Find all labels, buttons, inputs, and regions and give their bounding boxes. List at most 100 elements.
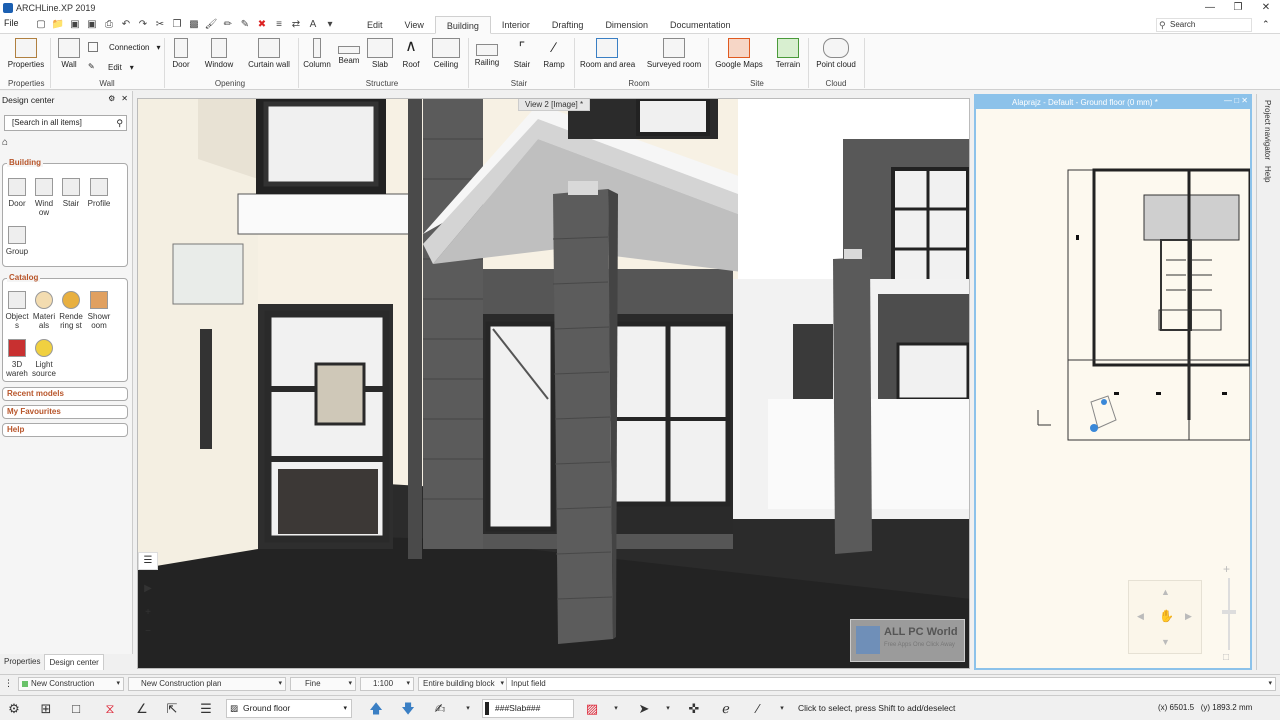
cursor-select-icon[interactable]: ⇱ — [162, 699, 182, 718]
scale-select[interactable]: 1:100 ▾ — [360, 677, 414, 691]
plan-view-title[interactable]: Alaprajz - Default - Ground floor (0 mm)… — [976, 96, 1250, 109]
tab-project-navigator[interactable]: Project navigator — [1263, 100, 1272, 160]
catalog-header[interactable]: Catalog — [7, 273, 41, 282]
surveyed-room-button[interactable]: Surveyed room — [646, 38, 702, 69]
curtain-wall-button[interactable]: Curtain wall — [246, 38, 292, 69]
wall-button[interactable]: Wall — [56, 38, 82, 69]
pan-right-icon[interactable]: ▶ — [1185, 611, 1192, 622]
zoom-in-icon[interactable]: + — [138, 605, 158, 623]
maximize-icon[interactable]: □ — [1234, 96, 1239, 105]
catalog-item-3d-warehouse[interactable]: 3D wareh — [3, 339, 31, 378]
beam-button[interactable]: Beam — [336, 38, 362, 65]
send-arrow-icon[interactable]: ➤ — [634, 699, 654, 718]
catalog-item-rendering-styles[interactable]: Rende ring st — [57, 291, 85, 330]
save-icon[interactable]: ▣ — [68, 18, 82, 31]
floor-plan-viewport[interactable]: Alaprajz - Default - Ground floor (0 mm)… — [974, 94, 1252, 670]
building-item-window[interactable]: Wind ow — [30, 178, 58, 217]
tab-view[interactable]: View — [394, 16, 435, 34]
pipette-icon[interactable]: ✏ — [221, 18, 235, 31]
building-block-select[interactable]: Entire building block ▾ — [418, 677, 508, 691]
save-as-icon[interactable]: ▣ — [85, 18, 99, 31]
room-and-area-button[interactable]: Room and area — [580, 38, 635, 69]
building-item-group[interactable]: Group — [3, 226, 31, 256]
minimize-icon[interactable]: — — [1196, 0, 1224, 16]
floor-up-icon[interactable]: 🡅 — [366, 699, 386, 718]
properties-button[interactable]: Properties — [6, 38, 46, 69]
cut-icon[interactable]: ✂ — [153, 18, 167, 31]
point-cloud-button[interactable]: Point cloud — [814, 38, 858, 69]
window-button[interactable]: Window — [202, 38, 236, 69]
delete-icon[interactable]: ✖ — [255, 18, 269, 31]
close-icon[interactable]: ✕ — [121, 94, 128, 103]
zoom-out-icon[interactable]: − — [138, 624, 158, 642]
my-favourites-bar[interactable]: My Favourites — [2, 405, 128, 419]
building-item-stair[interactable]: Stair — [57, 178, 85, 208]
maximize-icon[interactable]: ❐ — [1224, 0, 1252, 16]
move-icon[interactable]: ⇄ — [289, 18, 303, 31]
catalog-item-materials[interactable]: Materi als — [30, 291, 58, 330]
view-title-3d[interactable]: View 2 [Image] * — [518, 99, 591, 111]
paint-icon[interactable]: 🖌 — [204, 18, 218, 31]
catalog-item-objects[interactable]: Object s — [3, 291, 31, 330]
tab-properties[interactable]: Properties — [0, 654, 44, 670]
collapse-ribbon-icon[interactable]: ⌃ — [1262, 19, 1270, 30]
quality-select[interactable]: Fine ▾ — [290, 677, 356, 691]
select-frame-icon[interactable]: □ — [66, 699, 86, 718]
catalog-item-light-source[interactable]: Light source — [30, 339, 58, 378]
column-button[interactable]: Column — [302, 38, 332, 69]
home-icon[interactable]: ⌂ — [2, 137, 16, 149]
recent-models-bar[interactable]: Recent models — [2, 387, 128, 401]
ceiling-button[interactable]: Ceiling — [430, 38, 462, 69]
open-folder-icon[interactable]: 📁 — [51, 18, 65, 31]
pan-up-icon[interactable]: ▲ — [1161, 587, 1170, 597]
tab-edit[interactable]: Edit — [356, 16, 394, 34]
zoom-in-icon[interactable]: + — [1223, 562, 1230, 576]
connection-button[interactable]: Connection ▾ — [88, 42, 161, 52]
file-menu[interactable]: File — [4, 18, 19, 28]
edit-button[interactable]: ✎ Edit ▾ — [88, 62, 134, 72]
paste-icon[interactable]: ▩ — [187, 18, 201, 31]
building-header[interactable]: Building — [7, 158, 43, 167]
floor-select[interactable]: ▨ Ground floor ▾ — [226, 699, 352, 718]
close-icon[interactable]: ✕ — [1252, 0, 1280, 16]
slab-button[interactable]: Slab — [366, 38, 394, 69]
ramp-button[interactable]: ∕ Ramp — [540, 38, 568, 69]
minimize-icon[interactable]: — — [1224, 96, 1232, 105]
3d-viewport[interactable]: View 2 [Image] * — [137, 98, 970, 669]
railing-button[interactable]: Railing — [472, 38, 502, 67]
snap-point-icon[interactable]: ✜ — [684, 699, 704, 718]
hand-icon[interactable]: ✋ — [1159, 609, 1174, 623]
tab-dimension[interactable]: Dimension — [594, 16, 659, 34]
layer-list-icon[interactable]: ☰ — [196, 699, 216, 718]
building-item-door[interactable]: Door — [3, 178, 31, 208]
pin-icon[interactable]: ⚙ — [108, 94, 115, 103]
catalog-item-showroom[interactable]: Showr oom — [85, 291, 113, 330]
ruler-icon[interactable]: ℯ — [716, 699, 736, 718]
copy-icon[interactable]: ❐ — [170, 18, 184, 31]
eraser-tool-icon[interactable]: ▨ — [582, 699, 602, 718]
tab-interior[interactable]: Interior — [491, 16, 541, 34]
search-input[interactable]: ⚲ Search — [1156, 18, 1252, 32]
text-icon[interactable]: A — [306, 18, 320, 31]
play-icon[interactable]: ▶ — [138, 581, 158, 599]
pan-down-icon[interactable]: ▼ — [1161, 637, 1170, 647]
tab-help[interactable]: Help — [1263, 166, 1272, 182]
new-file-icon[interactable]: ▢ — [34, 18, 48, 31]
undo-icon[interactable]: ↶ — [119, 18, 133, 31]
qat-dropdown-icon[interactable]: ▾ — [323, 18, 337, 31]
zoom-slider[interactable]: + □ — [1222, 562, 1236, 668]
layers-icon[interactable]: ≡ — [272, 18, 286, 31]
door-button[interactable]: Door — [168, 38, 194, 69]
grid-icon[interactable]: ⊞ — [36, 699, 56, 718]
redo-icon[interactable]: ↷ — [136, 18, 150, 31]
floor-down-icon[interactable]: 🡇 — [398, 699, 418, 718]
google-maps-button[interactable]: Google Maps — [714, 38, 764, 69]
terrain-button[interactable]: Terrain — [772, 38, 804, 69]
chevron-down-icon[interactable]: ▾ — [658, 699, 678, 718]
building-item-profile[interactable]: Profile — [85, 178, 113, 208]
help-bar[interactable]: Help — [2, 423, 128, 437]
settings-gear-icon[interactable]: ⚙ — [4, 699, 24, 718]
chevron-down-icon[interactable]: ▾ — [772, 699, 792, 718]
view-list-icon[interactable]: ☰ — [138, 552, 158, 570]
input-field[interactable]: Input field ▾ — [506, 677, 1276, 691]
